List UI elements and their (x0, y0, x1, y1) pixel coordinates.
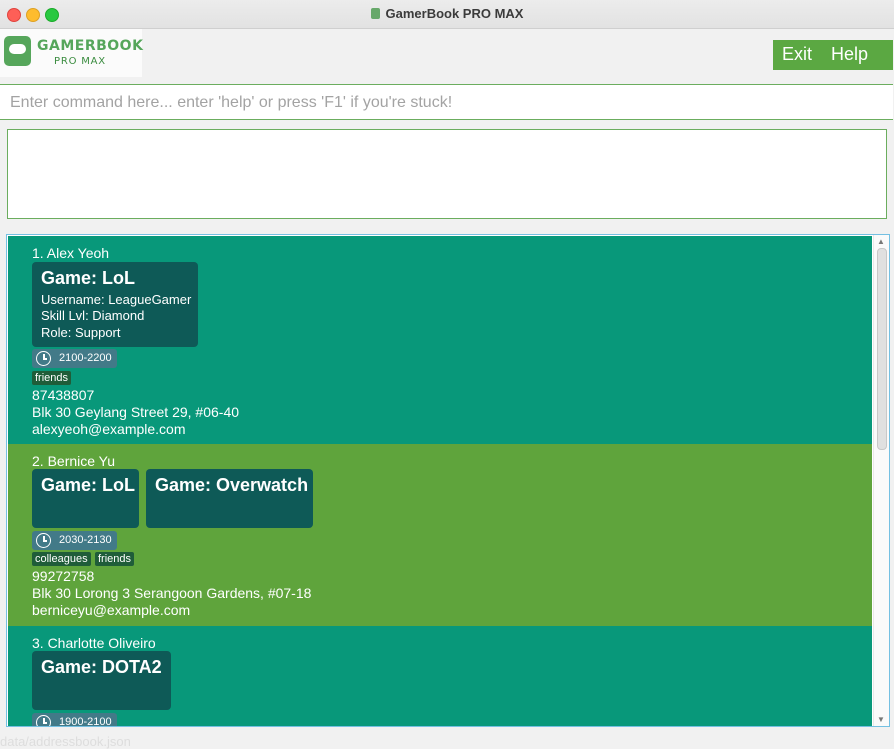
game-box: Game: LoL (32, 469, 139, 528)
scrollbar-thumb[interactable] (877, 248, 887, 450)
clock-icon (36, 715, 51, 726)
game-title: Game: LoL (41, 268, 136, 288)
game-title: Game: DOTA2 (41, 657, 162, 677)
app-icon (370, 8, 380, 19)
time-chip: 2030-2130 (32, 531, 117, 550)
command-input[interactable] (8, 91, 882, 115)
contact-name: 1. Alex Yeoh (32, 245, 110, 261)
contact-email: berniceyu@example.com (32, 602, 191, 618)
game-title: Game: Overwatch (155, 475, 309, 495)
time-text: 1900-2100 (59, 716, 112, 727)
contact-name: 2. Bernice Yu (32, 453, 116, 469)
contact-address: Blk 30 Geylang Street 29, #06-40 (32, 404, 240, 420)
controller-icon (4, 36, 31, 66)
tag-label: colleagues (32, 552, 91, 566)
contact-card[interactable]: 2. Bernice Yu Game: LoL Game: Overwatch … (8, 444, 872, 626)
command-box (0, 84, 893, 120)
time-text: 2100-2200 (59, 352, 112, 364)
game-role: Role: Support (41, 325, 121, 340)
time-chip: 1900-2100 (32, 713, 117, 727)
logo-subtext: PRO MAX (54, 56, 106, 67)
clock-icon (36, 533, 51, 548)
time-text: 2030-2130 (59, 534, 112, 546)
menu-buttons: Exit Help (773, 40, 893, 70)
tag-label: friends (32, 371, 72, 385)
game-title: Game: LoL (41, 475, 136, 495)
result-display (7, 129, 887, 219)
window-title: GamerBook PRO MAX (0, 6, 894, 21)
contact-card[interactable]: 1. Alex Yeoh Game: LoL Username: LeagueG… (8, 236, 872, 444)
time-chip: 2100-2200 (32, 349, 117, 368)
contact-email: alexyeoh@example.com (32, 421, 186, 437)
list-scrollbar[interactable]: ▲ ▼ (873, 235, 889, 726)
scroll-down-arrow-icon[interactable]: ▼ (877, 715, 885, 724)
clock-icon (36, 351, 51, 366)
exit-menu-item[interactable]: Exit (782, 44, 812, 65)
status-bar: data/addressbook.json (0, 734, 131, 749)
game-skill: Skill Lvl: Diamond (41, 308, 145, 323)
contact-card[interactable]: 3. Charlotte Oliveiro Game: DOTA2 1900-2… (8, 626, 872, 727)
app-logo: GAMERBOOK PRO MAX (0, 29, 144, 77)
game-username: Username: LeagueGamer (41, 292, 192, 307)
game-box: Game: Overwatch (146, 469, 313, 528)
window-title-text: GamerBook PRO MAX (385, 6, 524, 21)
scroll-up-arrow-icon[interactable]: ▲ (877, 237, 885, 246)
logo-text: GAMERBOOK (37, 38, 144, 54)
game-box: Game: DOTA2 (32, 651, 171, 710)
contact-phone: 99272758 (32, 568, 95, 584)
game-box: Game: LoL Username: LeagueGamer Skill Lv… (32, 262, 198, 347)
contact-address: Blk 30 Lorong 3 Serangoon Gardens, #07-1… (32, 585, 312, 601)
tag-label: friends (95, 552, 135, 566)
contact-name: 3. Charlotte Oliveiro (32, 635, 156, 651)
help-menu-item[interactable]: Help (831, 44, 868, 65)
window-titlebar: GamerBook PRO MAX (0, 0, 894, 29)
contact-list[interactable]: 1. Alex Yeoh Game: LoL Username: LeagueG… (6, 234, 890, 727)
contact-phone: 87438807 (32, 387, 95, 403)
